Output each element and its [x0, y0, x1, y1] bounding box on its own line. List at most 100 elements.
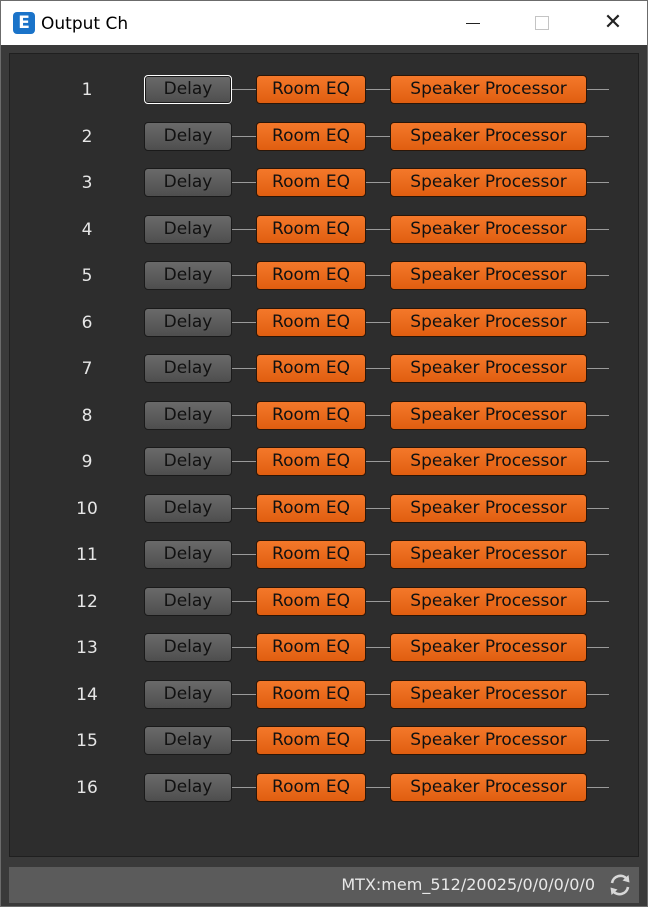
room-eq-button[interactable]: Room EQ [256, 307, 366, 337]
signal-connector [232, 368, 256, 369]
signal-connector [232, 554, 256, 555]
signal-connector [232, 740, 256, 741]
signal-connector [587, 89, 609, 90]
speaker-processor-button[interactable]: Speaker Processor [390, 307, 587, 337]
room-eq-button[interactable]: Room EQ [256, 447, 366, 476]
signal-connector [587, 507, 609, 509]
signal-connector [232, 275, 256, 276]
speaker-processor-button[interactable]: Speaker Processor [390, 726, 587, 755]
signal-connector [587, 275, 609, 276]
channel-row: 9 Delay Room EQ Speaker Processor [10, 445, 640, 479]
signal-connector [232, 89, 256, 90]
room-eq-button[interactable]: Room EQ [256, 75, 366, 104]
signal-connector [232, 693, 256, 695]
channel-row: 7 Delay Room EQ Speaker Processor [10, 352, 640, 386]
speaker-processor-button[interactable]: Speaker Processor [390, 772, 587, 802]
speaker-processor-button[interactable]: Speaker Processor [390, 400, 587, 430]
minimize-icon [466, 22, 480, 24]
delay-button[interactable]: Delay [144, 75, 232, 104]
room-eq-button[interactable]: Room EQ [256, 679, 366, 709]
speaker-processor-button[interactable]: Speaker Processor [390, 261, 587, 290]
channel-number: 1 [81, 80, 93, 100]
signal-connector [587, 321, 609, 323]
speaker-processor-button[interactable]: Speaker Processor [390, 540, 587, 569]
delay-button[interactable]: Delay [144, 540, 232, 569]
room-eq-button[interactable]: Room EQ [256, 726, 366, 755]
signal-connector [366, 693, 390, 695]
delay-button[interactable]: Delay [144, 679, 232, 709]
delay-button[interactable]: Delay [144, 121, 232, 151]
room-eq-button[interactable]: Room EQ [256, 586, 366, 616]
channel-number: 10 [76, 498, 98, 519]
channel-number: 13 [76, 638, 98, 658]
speaker-processor-button[interactable]: Speaker Processor [390, 493, 587, 523]
delay-button[interactable]: Delay [144, 447, 232, 476]
maximize-button[interactable] [519, 1, 565, 45]
speaker-processor-button[interactable]: Speaker Processor [390, 121, 587, 151]
room-eq-button[interactable]: Room EQ [256, 633, 366, 662]
channel-row: 5 Delay Room EQ Speaker Processor [10, 259, 640, 293]
channel-row: 10 Delay Room EQ Speaker Processor [10, 492, 640, 526]
speaker-processor-button[interactable]: Speaker Processor [390, 447, 587, 476]
room-eq-button[interactable]: Room EQ [256, 214, 366, 244]
speaker-processor-button[interactable]: Speaker Processor [390, 214, 587, 244]
signal-connector [587, 228, 609, 230]
channel-number: 3 [81, 173, 93, 193]
delay-button[interactable]: Delay [144, 400, 232, 430]
signal-connector [366, 554, 390, 555]
speaker-processor-button[interactable]: Speaker Processor [390, 586, 587, 616]
room-eq-button[interactable]: Room EQ [256, 540, 366, 569]
delay-button[interactable]: Delay [144, 633, 232, 662]
channel-number: 11 [76, 545, 98, 565]
signal-connector [587, 182, 609, 183]
delay-button[interactable]: Delay [144, 493, 232, 523]
signal-connector [232, 647, 256, 648]
speaker-processor-button[interactable]: Speaker Processor [390, 75, 587, 104]
room-eq-button[interactable]: Room EQ [256, 493, 366, 523]
channel-row: 13 Delay Room EQ Speaker Processor [10, 631, 640, 665]
signal-connector [232, 135, 256, 137]
delay-button[interactable]: Delay [144, 307, 232, 337]
title-bar[interactable]: E Output Ch ✕ [1, 1, 647, 45]
speaker-processor-button[interactable]: Speaker Processor [390, 354, 587, 383]
channel-number: 2 [81, 126, 93, 147]
room-eq-button[interactable]: Room EQ [256, 772, 366, 802]
signal-connector [587, 368, 609, 369]
speaker-processor-button[interactable]: Speaker Processor [390, 168, 587, 197]
signal-connector [366, 321, 390, 323]
signal-connector [232, 461, 256, 462]
speaker-processor-button[interactable]: Speaker Processor [390, 633, 587, 662]
signal-connector [366, 600, 390, 602]
delay-button[interactable]: Delay [144, 261, 232, 290]
channel-row: 14 Delay Room EQ Speaker Processor [10, 678, 640, 712]
speaker-processor-button[interactable]: Speaker Processor [390, 679, 587, 709]
delay-button[interactable]: Delay [144, 586, 232, 616]
minimize-button[interactable] [450, 1, 496, 45]
status-text: MTX:mem_512/20025/0/0/0/0/0 [341, 875, 595, 894]
signal-connector [587, 461, 609, 462]
room-eq-button[interactable]: Room EQ [256, 121, 366, 151]
room-eq-button[interactable]: Room EQ [256, 354, 366, 383]
signal-connector [232, 600, 256, 602]
room-eq-button[interactable]: Room EQ [256, 400, 366, 430]
delay-button[interactable]: Delay [144, 214, 232, 244]
signal-connector [587, 554, 609, 555]
delay-button[interactable]: Delay [144, 168, 232, 197]
room-eq-button[interactable]: Room EQ [256, 168, 366, 197]
delay-button[interactable]: Delay [144, 354, 232, 383]
channel-row: 16 Delay Room EQ Speaker Processor [10, 771, 640, 805]
channel-row: 2 Delay Room EQ Speaker Processor [10, 120, 640, 154]
delay-button[interactable]: Delay [144, 772, 232, 802]
room-eq-button[interactable]: Room EQ [256, 261, 366, 290]
sync-icon[interactable] [607, 872, 633, 898]
channel-row: 3 Delay Room EQ Speaker Processor [10, 166, 640, 200]
close-button[interactable]: ✕ [590, 1, 636, 45]
channel-number: 9 [81, 452, 93, 472]
channel-number: 6 [81, 312, 93, 333]
app-icon: E [13, 12, 35, 34]
signal-connector [587, 135, 609, 137]
signal-connector [232, 182, 256, 183]
signal-connector [366, 368, 390, 369]
signal-connector [366, 647, 390, 648]
delay-button[interactable]: Delay [144, 726, 232, 755]
